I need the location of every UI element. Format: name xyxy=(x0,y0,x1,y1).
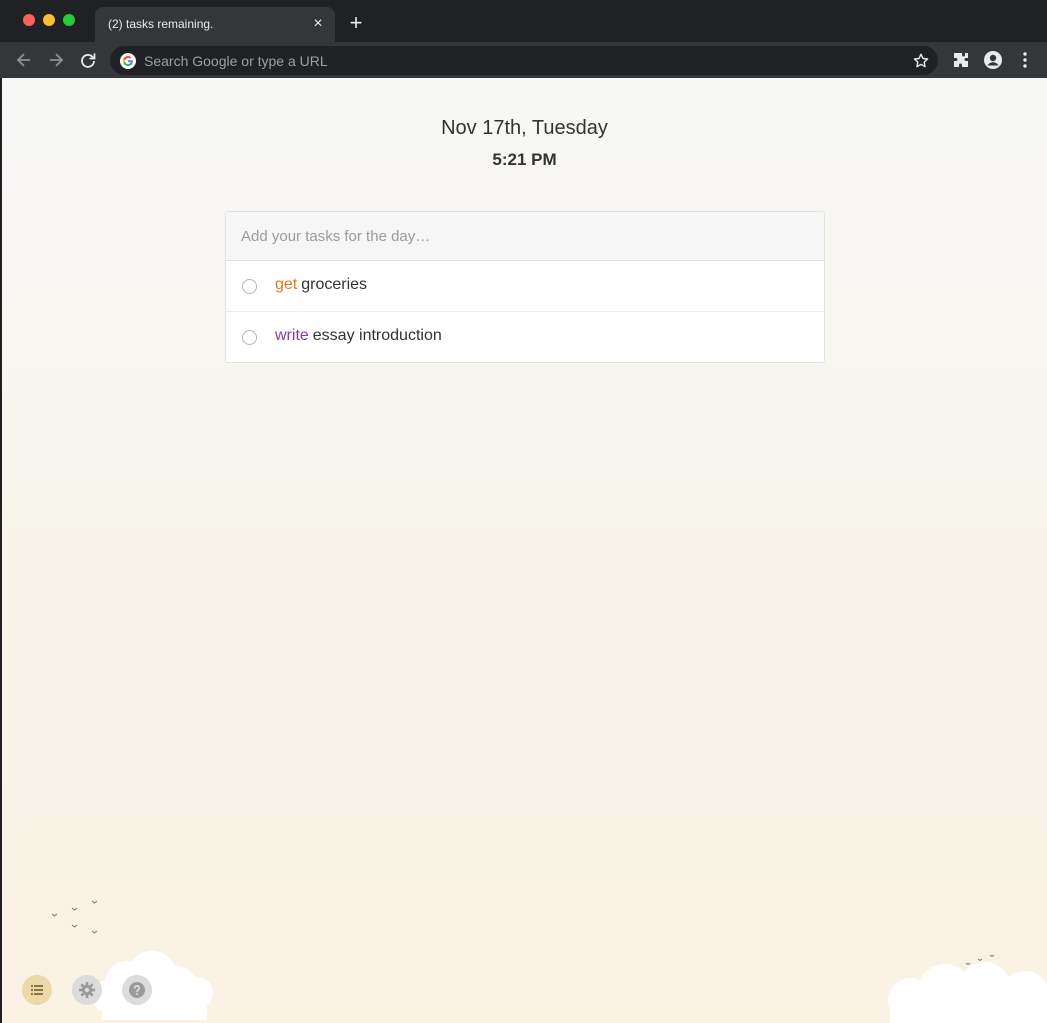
task-checkbox[interactable] xyxy=(242,279,257,294)
more-menu-icon[interactable] xyxy=(1015,50,1035,70)
bookmark-star-icon[interactable] xyxy=(912,52,930,70)
task-text: get groceries xyxy=(275,276,367,294)
birds-decoration-left xyxy=(51,900,98,934)
extensions-icon[interactable] xyxy=(951,50,971,70)
tab-title: (2) tasks remaining. xyxy=(108,17,214,31)
tab-close-icon[interactable]: × xyxy=(309,15,327,33)
reload-icon[interactable] xyxy=(78,50,98,70)
forward-icon[interactable] xyxy=(46,50,66,70)
time-heading: 5:21 PM xyxy=(492,150,557,169)
browser-toolbar: Search Google or type a URL xyxy=(0,42,1047,78)
tab-strip: (2) tasks remaining. × + xyxy=(0,0,1047,42)
cloud-decoration-right xyxy=(888,962,1047,1023)
active-tab[interactable]: (2) tasks remaining. × xyxy=(95,7,335,42)
task-row[interactable]: get groceries xyxy=(226,261,824,312)
date-heading: Nov 17th, Tuesday xyxy=(441,117,608,139)
task-row[interactable]: write essay introduction xyxy=(226,312,824,362)
back-icon[interactable] xyxy=(14,50,34,70)
task-input[interactable] xyxy=(226,212,824,261)
window-close-button[interactable] xyxy=(23,14,35,26)
help-button[interactable] xyxy=(122,975,152,1005)
task-verb: write xyxy=(275,327,309,344)
cloud-decoration-left xyxy=(91,951,213,1020)
gear-icon xyxy=(79,982,95,998)
help-icon xyxy=(129,982,145,998)
task-verb: get xyxy=(275,276,298,293)
task-text: write essay introduction xyxy=(275,327,442,345)
browser-window: (2) tasks remaining. × + Search Google o… xyxy=(0,0,1047,1023)
task-card: getgroceries writeessay introduction xyxy=(225,211,825,363)
profile-icon[interactable] xyxy=(983,50,1003,70)
settings-button[interactable] xyxy=(72,975,102,1005)
window-minimize-button[interactable] xyxy=(43,14,55,26)
address-bar[interactable]: Search Google or type a URL xyxy=(110,46,938,75)
window-maximize-button[interactable] xyxy=(63,14,75,26)
address-placeholder: Search Google or type a URL xyxy=(144,53,328,69)
google-icon xyxy=(120,53,136,69)
list-icon xyxy=(31,985,43,995)
task-checkbox[interactable] xyxy=(242,330,257,345)
page-content: Nov 17th, Tuesday 5:21 PM getgroceries w… xyxy=(2,78,1047,1023)
task-list-button[interactable] xyxy=(22,975,52,1005)
task-rest: groceries xyxy=(301,276,368,293)
new-tab-button[interactable]: + xyxy=(346,12,366,34)
task-rest: essay introduction xyxy=(312,327,442,344)
